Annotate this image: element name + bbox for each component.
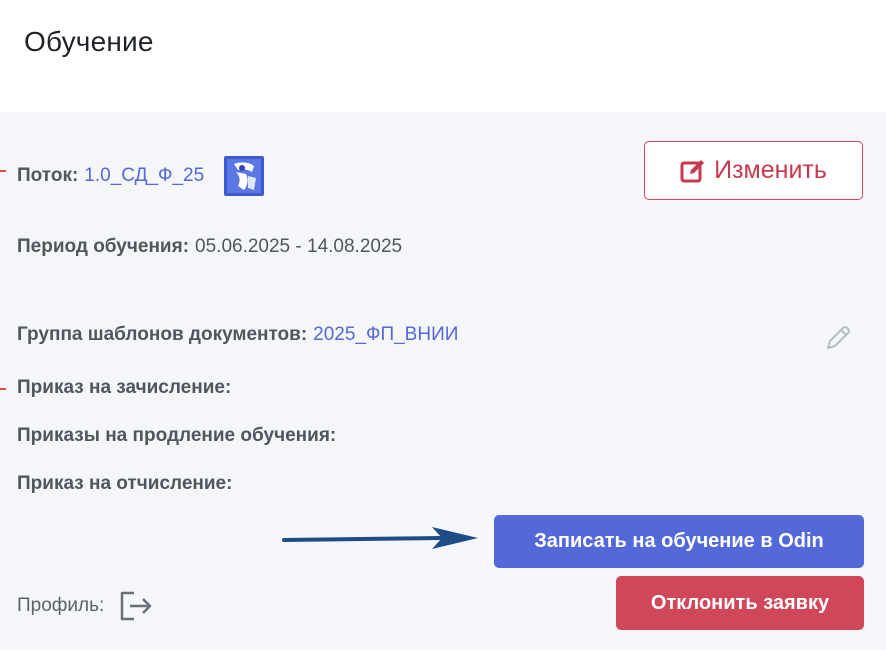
extension-order-label: Приказы на продление обучения: (17, 425, 337, 446)
reject-application-button[interactable]: Отклонить заявку (616, 576, 864, 630)
enrollment-order-row: Приказ на зачисление: (17, 377, 231, 399)
template-group-row: Группа шаблонов документов: 2025_ФП_ВНИИ (17, 324, 458, 346)
stream-row: Поток: 1.0_СД_Ф_25 (17, 156, 265, 196)
exit-icon[interactable] (118, 590, 154, 622)
expulsion-order-row: Приказ на отчисление: (17, 473, 232, 495)
template-group-link[interactable]: 2025_ФП_ВНИИ (313, 324, 458, 346)
expulsion-order-label: Приказ на отчисление: (17, 473, 233, 494)
period-label: Период обучения: (17, 236, 190, 257)
profile-row: Профиль: (17, 590, 154, 622)
period-value: 05.06.2025 - 14.08.2025 (195, 236, 403, 257)
enroll-in-odin-button[interactable]: Записать на обучение в Odin (494, 515, 864, 568)
extension-order-row: Приказы на продление обучения: (17, 425, 336, 447)
template-group-label: Группа шаблонов документов: (17, 324, 308, 345)
emblem-icon (224, 156, 265, 196)
edit-button[interactable]: Изменить (644, 141, 863, 200)
edit-button-label: Изменить (714, 156, 827, 184)
pencil-icon[interactable] (823, 323, 853, 353)
edit-square-icon (680, 159, 705, 182)
stream-label: Поток: (17, 165, 79, 186)
period-row: Период обучения: 05.06.2025 - 14.08.2025 (17, 236, 402, 258)
required-marker (0, 170, 6, 172)
page-title: Обучение (24, 26, 154, 57)
required-marker (0, 388, 6, 390)
arrow-right-icon (282, 527, 478, 549)
enrollment-order-label: Приказ на зачисление: (17, 377, 232, 398)
stream-link[interactable]: 1.0_СД_Ф_25 (84, 165, 204, 187)
profile-label: Профиль: (17, 595, 105, 616)
